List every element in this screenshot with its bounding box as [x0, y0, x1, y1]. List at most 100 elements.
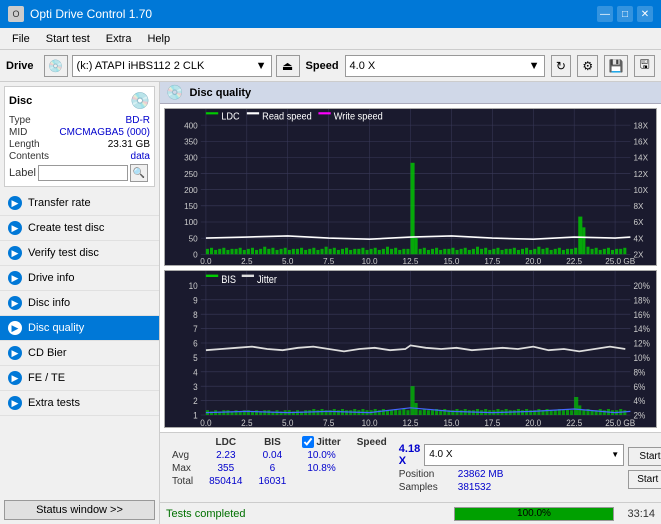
avg-bis: 0.04: [251, 449, 295, 462]
svg-text:10%: 10%: [633, 352, 649, 363]
ldc-chart: 400 350 300 250 200 150 100 50 0 18X 16X: [164, 108, 657, 266]
speed-dropdown[interactable]: 4.0 X ▼: [345, 55, 545, 77]
svg-text:7.5: 7.5: [323, 417, 334, 427]
progress-bar: 100.0%: [454, 507, 614, 521]
sidebar-item-fe-te[interactable]: ▶ FE / TE: [0, 366, 159, 391]
minimize-button[interactable]: —: [597, 6, 613, 22]
max-bis: 6: [251, 462, 295, 475]
svg-text:6X: 6X: [633, 217, 643, 227]
drive-dropdown[interactable]: (k:) ATAPI iHBS112 2 CLK ▼: [72, 55, 272, 77]
sidebar-item-transfer-rate[interactable]: ▶ Transfer rate: [0, 191, 159, 216]
sidebar-item-disc-quality[interactable]: ▶ Disc quality: [0, 316, 159, 341]
svg-text:6: 6: [193, 338, 198, 349]
svg-text:0.0: 0.0: [200, 417, 211, 427]
total-label: Total: [164, 475, 201, 488]
stats-col-speed: Speed: [349, 435, 395, 449]
svg-text:10X: 10X: [633, 185, 648, 195]
type-label: Type: [9, 115, 31, 126]
type-value: BD-R: [126, 115, 150, 126]
stats-row-avg: Avg 2.23 0.04 10.0%: [164, 449, 395, 462]
svg-text:150: 150: [184, 201, 198, 211]
drive-icon: 💿: [44, 55, 68, 77]
extra-tests-icon: ▶: [8, 396, 22, 410]
app-title: Opti Drive Control 1.70: [30, 7, 152, 21]
eject-button[interactable]: ⏏: [276, 55, 300, 77]
svg-text:12%: 12%: [633, 338, 649, 349]
svg-text:0.0: 0.0: [200, 256, 212, 265]
svg-text:Read speed: Read speed: [262, 112, 312, 123]
app-icon: O: [8, 6, 24, 22]
stats-col-ldc: LDC: [201, 435, 250, 449]
svg-text:9: 9: [193, 295, 198, 306]
svg-text:25.0 GB: 25.0 GB: [605, 417, 635, 427]
svg-text:15.0: 15.0: [443, 417, 459, 427]
action-buttons: Start full Start part: [628, 435, 661, 500]
svg-text:BIS: BIS: [221, 274, 236, 286]
refresh-button[interactable]: ↻: [551, 55, 572, 77]
svg-text:4%: 4%: [633, 396, 645, 407]
bis-chart: 10 9 8 7 6 5 4 3 2 1 20% 18%: [164, 270, 657, 428]
maximize-button[interactable]: □: [617, 6, 633, 22]
stats-row-total: Total 850414 16031: [164, 475, 395, 488]
svg-text:2%: 2%: [633, 410, 645, 421]
sidebar-item-create-test-disc[interactable]: ▶ Create test disc: [0, 216, 159, 241]
sidebar-item-verify-test-disc[interactable]: ▶ Verify test disc: [0, 241, 159, 266]
svg-text:12.5: 12.5: [403, 256, 419, 265]
settings-button[interactable]: ⚙: [577, 55, 598, 77]
start-full-button[interactable]: Start full: [628, 447, 661, 466]
svg-text:2.5: 2.5: [241, 256, 253, 265]
disc-label-input[interactable]: [38, 165, 128, 181]
avg-jitter: 10.0%: [294, 449, 348, 462]
jitter-checkbox[interactable]: [302, 436, 314, 448]
total-ldc: 850414: [201, 475, 250, 488]
samples-label: Samples: [399, 482, 454, 493]
verify-test-disc-icon: ▶: [8, 246, 22, 260]
sidebar-item-disc-info[interactable]: ▶ Disc info: [0, 291, 159, 316]
svg-text:20%: 20%: [633, 280, 649, 291]
transfer-rate-icon: ▶: [8, 196, 22, 210]
svg-text:22.5: 22.5: [566, 256, 582, 265]
cd-bier-icon: ▶: [8, 346, 22, 360]
svg-text:Jitter: Jitter: [257, 274, 278, 286]
time-display: 33:14: [620, 508, 655, 520]
label-search-button[interactable]: 🔍: [130, 164, 148, 182]
disc-info-icon: ▶: [8, 296, 22, 310]
mid-value: CMCMAGBA5 (000): [59, 127, 150, 138]
svg-text:12.5: 12.5: [403, 417, 419, 427]
svg-text:16X: 16X: [633, 136, 648, 146]
stats-col-bis: BIS: [251, 435, 295, 449]
sidebar-item-extra-tests[interactable]: ▶ Extra tests: [0, 391, 159, 416]
svg-text:8X: 8X: [633, 201, 643, 211]
speed-select-dropdown[interactable]: 4.0 X ▼: [424, 444, 624, 466]
svg-text:250: 250: [184, 169, 198, 179]
close-button[interactable]: ✕: [637, 6, 653, 22]
menu-start-test[interactable]: Start test: [38, 32, 98, 46]
svg-text:12X: 12X: [633, 169, 648, 179]
menu-file[interactable]: File: [4, 32, 38, 46]
svg-text:7.5: 7.5: [323, 256, 335, 265]
sidebar-item-cd-bier[interactable]: ▶ CD Bier: [0, 341, 159, 366]
save-button[interactable]: 🖫: [634, 55, 655, 77]
disc-label-label: Label: [9, 167, 36, 179]
main-content: 💿 Disc quality: [160, 82, 661, 524]
start-part-button[interactable]: Start part: [628, 470, 661, 489]
svg-text:LDC: LDC: [221, 112, 240, 123]
disc-button[interactable]: 💾: [604, 55, 628, 77]
svg-text:5.0: 5.0: [282, 256, 294, 265]
total-speed: [349, 475, 395, 488]
status-window-button[interactable]: Status window >>: [4, 500, 155, 520]
disc-panel: Disc 💿 Type BD-R MID CMCMAGBA5 (000) Len…: [4, 86, 155, 187]
sidebar-item-drive-info[interactable]: ▶ Drive info: [0, 266, 159, 291]
status-text: Tests completed: [166, 508, 448, 520]
svg-text:10.0: 10.0: [362, 417, 378, 427]
svg-text:17.5: 17.5: [484, 256, 500, 265]
menu-help[interactable]: Help: [139, 32, 178, 46]
avg-ldc: 2.23: [201, 449, 250, 462]
progress-text: 100.0%: [455, 508, 613, 520]
menu-extra[interactable]: Extra: [98, 32, 140, 46]
svg-text:14X: 14X: [633, 152, 648, 162]
svg-text:3: 3: [193, 381, 198, 392]
svg-text:2: 2: [193, 396, 198, 407]
svg-text:200: 200: [184, 185, 198, 195]
current-speed-value: 4.18 X: [399, 443, 420, 467]
